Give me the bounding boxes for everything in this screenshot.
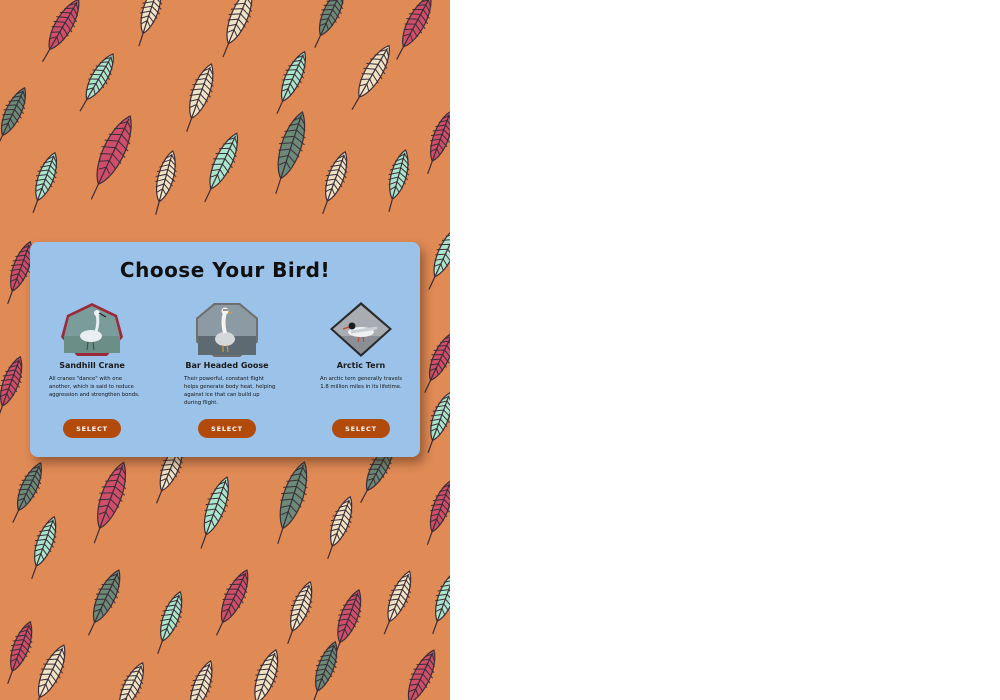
bird-card-bar-headed-goose: Bar Headed Goose Their powerful, constan… <box>165 302 289 452</box>
bar-headed-goose-image <box>195 302 259 358</box>
game-screen: Choose Your Bird! Sandhill Crane All cra… <box>0 0 450 700</box>
arctic-tern-image <box>329 302 393 358</box>
dialog-title: Choose Your Bird! <box>119 258 331 282</box>
bird-name: Sandhill Crane <box>59 361 125 370</box>
bird-name: Bar Headed Goose <box>185 361 269 370</box>
bird-card-arctic-tern: Arctic Tern An arctic tern generally tra… <box>299 302 423 452</box>
sandhill-crane-image <box>60 302 124 358</box>
select-bar-headed-goose-button[interactable]: SELECT <box>198 419 256 438</box>
bird-card-sandhill-crane: Sandhill Crane All cranes "dance" with o… <box>30 302 154 452</box>
bird-description: An arctic tern generally travels 1.8 mil… <box>319 376 403 390</box>
bird-selection-dialog: Choose Your Bird! Sandhill Crane All cra… <box>30 242 420 457</box>
bird-name: Arctic Tern <box>336 361 386 370</box>
bird-description: Their powerful, constant flight helps ge… <box>184 376 276 406</box>
select-sandhill-crane-button[interactable]: SELECT <box>63 419 121 438</box>
bird-description: All cranes "dance" with one another, whi… <box>49 376 140 398</box>
select-arctic-tern-button[interactable]: SELECT <box>332 419 390 438</box>
